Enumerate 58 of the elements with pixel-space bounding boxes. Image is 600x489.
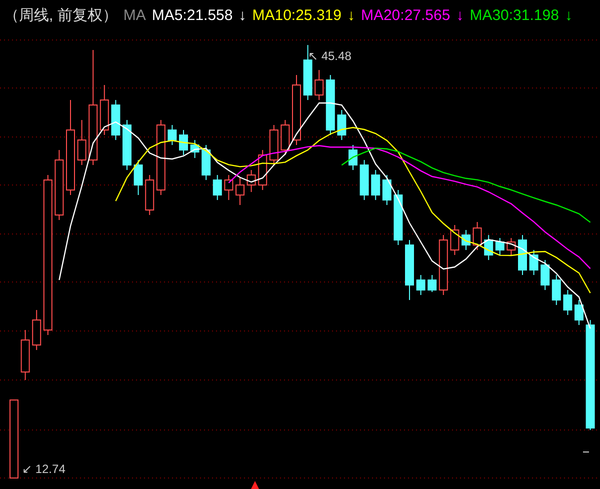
chart-title: （周线, 前复权） [4,6,118,24]
indicator-value: MA5:21.558 [152,6,233,24]
candlestick [518,234,527,276]
candlestick [202,144,211,180]
candlestick [122,120,132,170]
candlestick [360,160,369,200]
candlestick [371,170,380,200]
trend-arrow: ↓ [347,6,355,24]
candlestick [416,274,426,296]
candlestick [552,274,561,306]
candlestick [20,330,30,380]
candlestick [269,124,278,166]
trend-arrow: ↓ [238,6,246,24]
candlestick [484,234,494,260]
trend-arrow: ↓ [456,6,464,24]
candlestick [54,150,64,220]
candlestick [292,74,301,146]
candlestick [438,234,448,296]
candlestick [168,124,177,146]
candlestick [529,250,538,276]
candlestick [179,130,188,156]
candlestick [472,222,482,250]
candlestick [212,174,222,200]
candlestick [246,170,256,192]
candlestick [574,300,584,326]
candlestick [348,144,358,170]
candlestick [326,74,335,136]
candlestick [462,230,470,250]
indicator-label: MA [123,6,146,24]
candlestick [506,238,516,256]
indicator-value: MA10:25.319 [252,6,342,24]
candlestick [280,120,290,156]
candlestick [540,260,550,290]
candlestick [495,238,504,256]
candlestick [32,310,42,350]
price-label: ↙ 12.74 [22,462,66,476]
candlestick [258,150,268,190]
indicator-value: MA20:27.565 [360,6,450,24]
candlestick [337,110,346,140]
trend-arrow: ↓ [564,6,572,24]
candlestick [394,190,403,246]
candlestick [405,240,414,300]
candlestick [145,174,154,216]
candlestick [100,84,109,136]
marker-icon [251,481,259,489]
candlestick [77,120,86,166]
candlestick [563,290,572,316]
indicator-value: MA30:31.198 [470,6,559,24]
candlestick [224,174,234,200]
candlestick [450,224,460,256]
candlestick [190,140,200,158]
price-label: ↖ 45.48 [308,49,352,63]
candlestick [111,100,120,140]
candlestick [236,178,244,206]
candlestick [134,160,143,196]
candlestick [382,174,392,206]
candlestick [314,70,324,100]
candlestick [428,274,437,292]
